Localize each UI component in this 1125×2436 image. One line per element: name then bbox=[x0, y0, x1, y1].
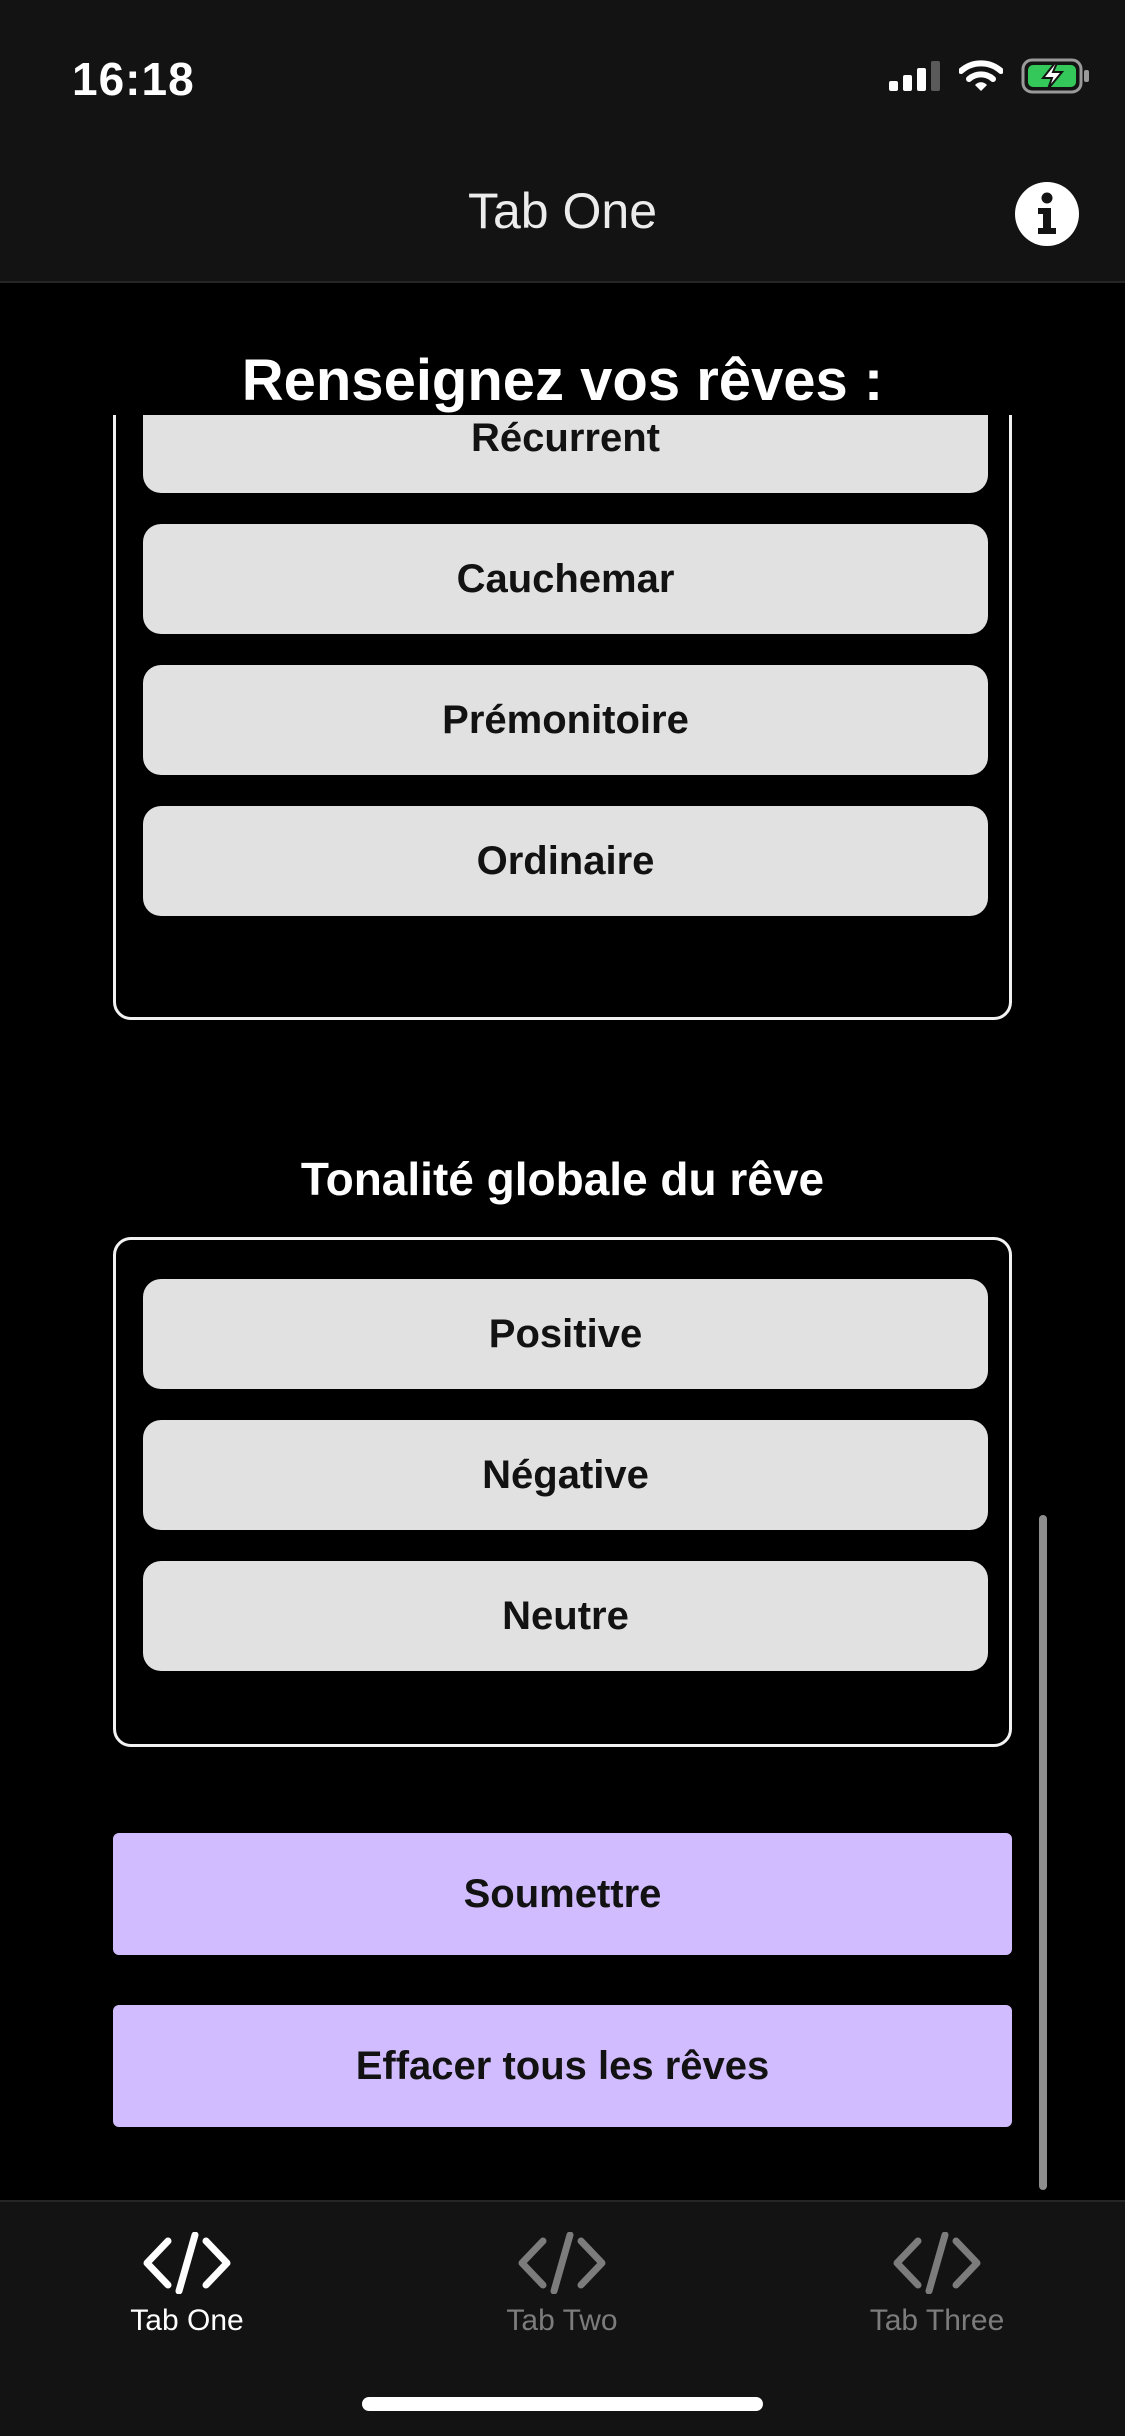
code-icon bbox=[893, 2232, 981, 2294]
tab-three-label: Tab Three bbox=[869, 2304, 1005, 2337]
battery-charging-icon bbox=[1021, 58, 1089, 94]
code-icon bbox=[143, 2232, 231, 2294]
option-cauchemar-button[interactable]: Cauchemar bbox=[143, 524, 988, 634]
option-ordinaire-button[interactable]: Ordinaire bbox=[143, 806, 988, 916]
tab-one-label: Tab One bbox=[130, 2304, 244, 2337]
info-button[interactable] bbox=[1015, 182, 1079, 246]
nav-header: Tab One bbox=[0, 140, 1125, 283]
wifi-icon bbox=[959, 60, 1003, 91]
info-icon bbox=[1038, 192, 1056, 234]
tone-negative-button[interactable]: Négative bbox=[143, 1420, 988, 1530]
status-time: 16:18 bbox=[72, 53, 195, 105]
signal-icon bbox=[889, 61, 940, 91]
tone-group: Positive Négative Neutre bbox=[113, 1237, 1012, 1747]
submit-button[interactable]: Soumettre bbox=[113, 1833, 1012, 1955]
tone-title: Tonalité globale du rêve bbox=[300, 1153, 825, 1205]
status-bar: 16:18 bbox=[0, 0, 1125, 140]
form-scroll-view[interactable]: Récurrent Cauchemar Prémonitoire Ordinai… bbox=[0, 285, 1125, 2200]
tab-two-label: Tab Two bbox=[506, 2304, 618, 2337]
clear-dreams-button[interactable]: Effacer tous les rêves bbox=[113, 2005, 1012, 2127]
status-icons bbox=[889, 58, 1091, 94]
tab-three[interactable]: Tab Three bbox=[787, 2232, 1087, 2338]
tone-positive-button[interactable]: Positive bbox=[143, 1279, 988, 1389]
home-indicator bbox=[362, 2397, 763, 2411]
option-premonitoire-button[interactable]: Prémonitoire bbox=[143, 665, 988, 775]
form-title: Renseignez vos rêves : bbox=[241, 348, 884, 413]
page-title: Tab One bbox=[467, 183, 657, 239]
code-icon bbox=[518, 2232, 606, 2294]
tab-two[interactable]: Tab Two bbox=[412, 2232, 712, 2338]
scrollbar[interactable] bbox=[1039, 1515, 1047, 2190]
tone-neutre-button[interactable]: Neutre bbox=[143, 1561, 988, 1671]
tab-one[interactable]: Tab One bbox=[37, 2232, 337, 2338]
